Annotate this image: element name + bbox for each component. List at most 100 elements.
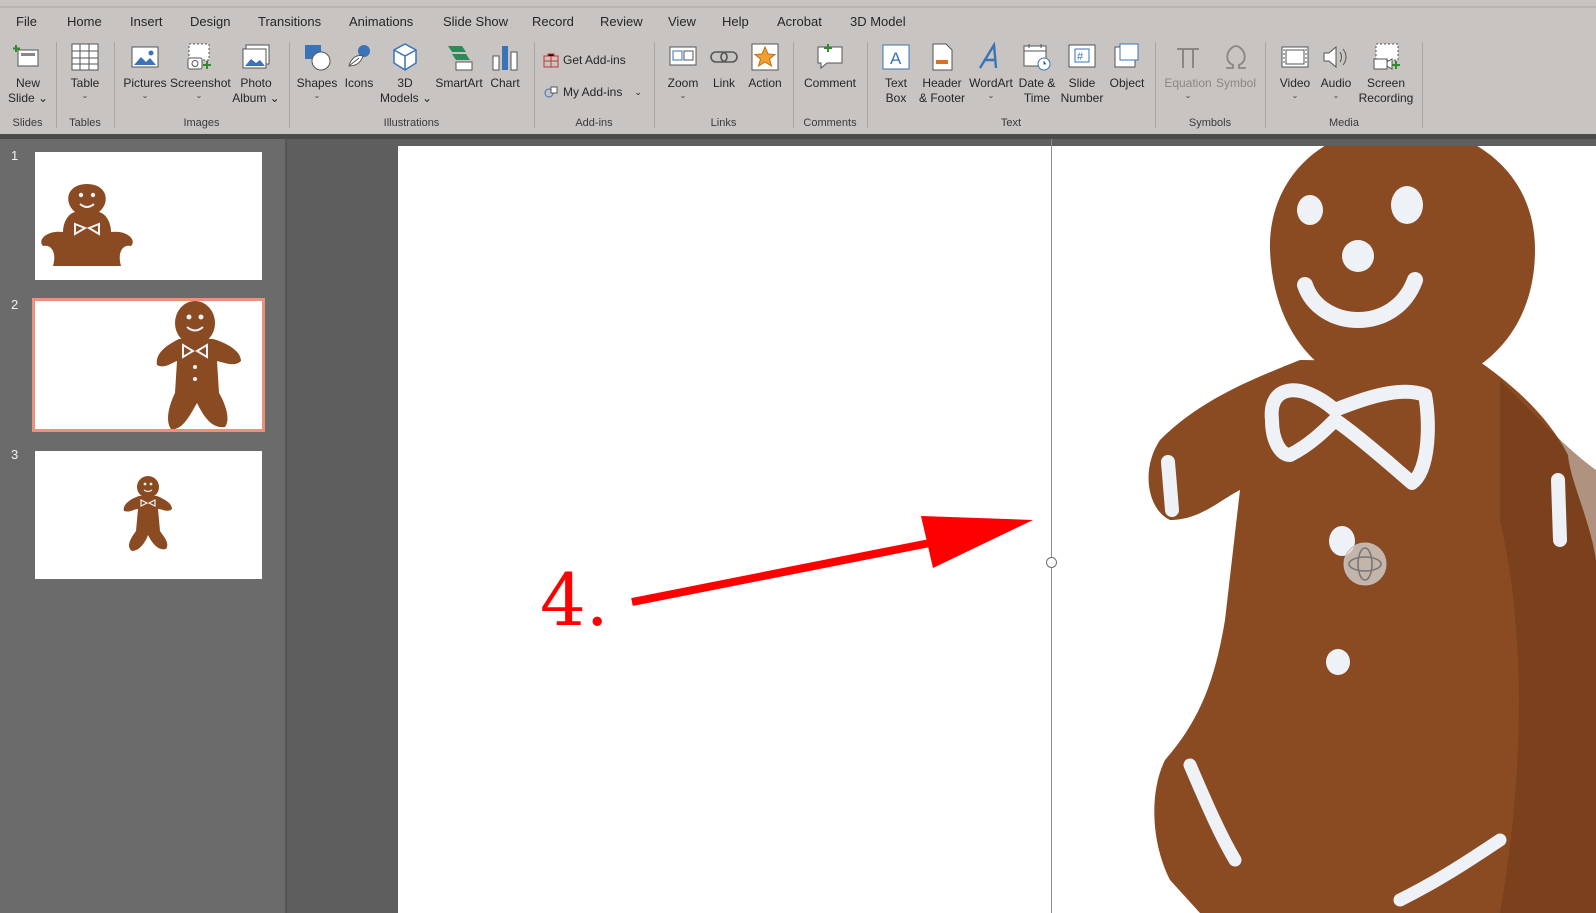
- step-number-annotation: 4.: [540, 558, 609, 642]
- group-separator: [114, 42, 115, 128]
- new-slide-button[interactable]: New Slide ⌄: [8, 42, 48, 106]
- zoom-icon: [669, 46, 697, 66]
- header-footer-icon: [932, 43, 953, 71]
- chevron-down-icon: ⌄: [679, 91, 687, 100]
- group-separator: [654, 42, 655, 128]
- tab-file[interactable]: File: [16, 14, 37, 29]
- 3d-models-button[interactable]: 3D Models ⌄: [380, 42, 432, 106]
- tab-3d-model[interactable]: 3D Model: [850, 14, 906, 29]
- tab-design[interactable]: Design: [190, 14, 230, 29]
- omega-icon: [1226, 45, 1246, 69]
- zoom-button[interactable]: Zoom ⌄: [664, 42, 702, 100]
- object-icon: [1114, 43, 1139, 68]
- gingerbread-thumbnail-image: [156, 301, 241, 429]
- group-separator: [1155, 42, 1156, 128]
- group-label-images: Images: [183, 117, 220, 129]
- pictures-icon: [131, 46, 159, 68]
- store-icon: [543, 53, 559, 68]
- group-label-symbols: Symbols: [1188, 117, 1232, 129]
- smartart-icon: [448, 46, 473, 71]
- chevron-down-icon: ⌄: [987, 91, 995, 100]
- tab-insert[interactable]: Insert: [130, 14, 163, 29]
- audio-button[interactable]: Audio ⌄: [1316, 42, 1356, 100]
- comment-button[interactable]: Comment: [800, 42, 860, 91]
- group-label-comments: Comments: [803, 117, 857, 129]
- tab-animations[interactable]: Animations: [349, 14, 413, 29]
- slide-number-label: 3: [11, 447, 19, 462]
- slide-thumbnail-3[interactable]: [35, 451, 262, 579]
- slide-thumbnail-2[interactable]: [32, 298, 265, 432]
- action-button[interactable]: Action: [744, 42, 786, 91]
- tab-slide-show[interactable]: Slide Show: [443, 14, 508, 29]
- tab-record[interactable]: Record: [532, 14, 574, 29]
- wordart-button[interactable]: WordArt ⌄: [968, 42, 1014, 100]
- group-separator: [534, 42, 535, 128]
- photo-album-icon: [242, 44, 270, 69]
- gingerbread-3d-model[interactable]: [398, 146, 1596, 913]
- chevron-down-icon: ⌄: [1332, 91, 1340, 100]
- smartart-button[interactable]: SmartArt: [432, 42, 486, 91]
- text-box-icon: A: [882, 44, 910, 70]
- title-bar-strip: [0, 0, 1596, 8]
- tab-view[interactable]: View: [668, 14, 696, 29]
- slide-number-label: 1: [11, 148, 19, 163]
- get-addins-button[interactable]: Get Add-ins: [543, 52, 626, 68]
- addins-icon: [544, 86, 558, 98]
- table-button[interactable]: Table ⌄: [64, 42, 106, 100]
- object-button[interactable]: Object: [1106, 42, 1148, 91]
- ribbon-tabs: File Home Insert Design Transitions Anim…: [0, 8, 1596, 42]
- selection-boundary-line: [1051, 139, 1052, 913]
- resize-handle[interactable]: [1046, 557, 1057, 568]
- text-box-button[interactable]: A Text Box: [876, 42, 916, 106]
- group-separator: [289, 42, 290, 128]
- tab-home[interactable]: Home: [67, 14, 102, 29]
- chart-button[interactable]: Chart: [488, 42, 522, 91]
- slide-thumbnail-1[interactable]: [35, 152, 262, 280]
- video-button[interactable]: Video ⌄: [1276, 42, 1314, 100]
- screenshot-button[interactable]: Screenshot ⌄: [170, 42, 231, 100]
- chevron-down-icon: ⌄: [634, 86, 642, 97]
- calendar-icon: [1023, 44, 1051, 71]
- link-icon: [710, 51, 738, 63]
- powerpoint-window: File Home Insert Design Transitions Anim…: [0, 0, 1596, 913]
- photo-album-button[interactable]: Photo Album ⌄: [230, 42, 282, 106]
- symbol-button[interactable]: Symbol: [1214, 42, 1258, 91]
- shapes-icon: [305, 45, 331, 71]
- speaker-icon: [1323, 45, 1347, 69]
- icons-button[interactable]: Icons: [340, 42, 378, 91]
- film-icon: [1281, 46, 1309, 68]
- svg-text:A: A: [890, 49, 902, 68]
- pictures-button[interactable]: Pictures ⌄: [122, 42, 168, 100]
- ribbon-insert: New Slide ⌄ Slides Table ⌄ Tables Pictur…: [0, 38, 1596, 134]
- tab-help[interactable]: Help: [722, 14, 749, 29]
- header-footer-button[interactable]: Header & Footer: [917, 42, 967, 106]
- group-label-illustrations: Illustrations: [383, 117, 440, 129]
- group-label-media: Media: [1329, 117, 1359, 129]
- chevron-down-icon: ⌄: [313, 91, 321, 100]
- slide-canvas[interactable]: [398, 146, 1596, 913]
- rotate-3d-handle[interactable]: [1342, 541, 1388, 587]
- screen-recording-button[interactable]: Screen Recording: [1358, 42, 1414, 106]
- group-separator: [867, 42, 868, 128]
- equation-button[interactable]: Equation ⌄: [1162, 42, 1214, 100]
- slide-number-label: 2: [11, 297, 19, 312]
- group-label-text: Text: [1000, 117, 1022, 129]
- shapes-button[interactable]: Shapes ⌄: [296, 42, 338, 100]
- group-label-tables: Tables: [69, 117, 101, 129]
- cube-icon: [393, 43, 417, 71]
- new-slide-icon: [13, 45, 39, 67]
- tab-acrobat[interactable]: Acrobat: [777, 14, 822, 29]
- my-addins-button[interactable]: My Add-ins ⌄: [543, 84, 642, 100]
- gingerbread-thumbnail-image: [41, 184, 133, 266]
- date-time-button[interactable]: Date & Time: [1016, 42, 1058, 106]
- svg-text:#: #: [1077, 51, 1084, 63]
- chevron-down-icon: ⌄: [141, 91, 149, 100]
- link-button[interactable]: Link: [706, 42, 742, 91]
- tab-review[interactable]: Review: [600, 14, 643, 29]
- chart-icon: [492, 46, 518, 71]
- slide-number-button[interactable]: # Slide Number: [1060, 42, 1104, 106]
- group-label-links: Links: [710, 117, 737, 129]
- tab-transitions[interactable]: Transitions: [258, 14, 321, 29]
- group-separator: [1422, 42, 1423, 128]
- group-separator: [1265, 42, 1266, 128]
